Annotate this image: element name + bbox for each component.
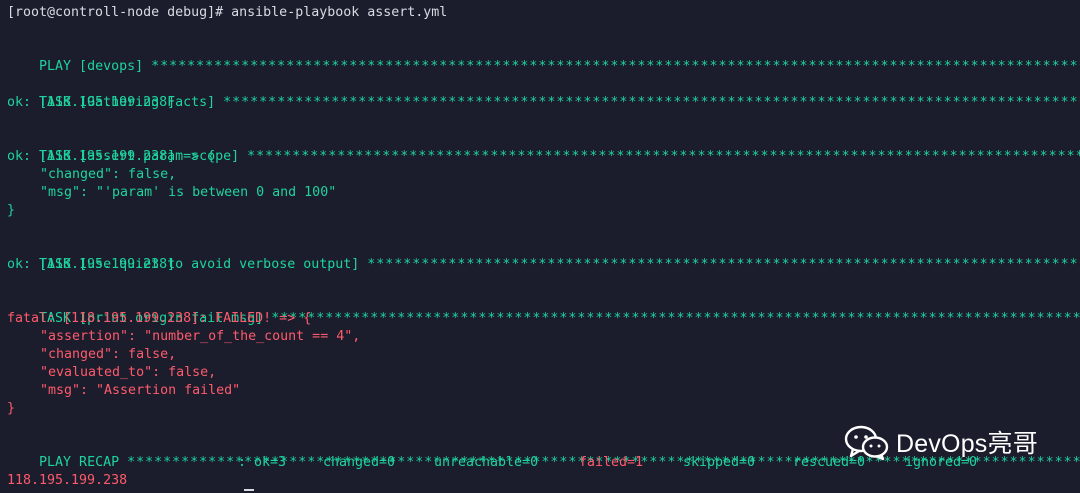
task-print-fail-changed: "changed": false,	[40, 347, 177, 362]
task-print-fail-evaluated: "evaluated_to": false,	[40, 365, 217, 380]
watermark-text: DevOps亮哥	[896, 430, 1038, 458]
task-assert-scope-header: TASK [assert param scope] **************…	[7, 130, 1080, 164]
task-assert-scope-status: ok: [118.195.199.238] => {	[7, 149, 216, 164]
task-print-fail-header: TASK [print origin fail msg] ***********…	[7, 292, 1080, 326]
recap-ok: : ok=3	[238, 455, 287, 470]
task-assert-scope-stars: ****************************************…	[247, 149, 1080, 164]
play-stars: ****************************************…	[151, 59, 1080, 74]
terminal-cursor	[244, 489, 254, 491]
task-assert-scope-changed: "changed": false,	[40, 167, 177, 182]
task-print-fail-status: fatal: [118.195.199.238]: FAILED! => {	[7, 311, 312, 326]
recap-changed: changed=0	[323, 455, 396, 470]
task-print-fail-stars: ****************************************…	[271, 311, 1080, 326]
play-header: PLAY [devops] **************************…	[7, 40, 1080, 74]
terminal-window: [root@controll-node debug]# ansible-play…	[7, 4, 1080, 493]
task-print-fail-msg: "msg": "Assertion failed"	[40, 383, 241, 398]
task-quiet-header: TASK [use quiet to avoid verbose output]…	[7, 238, 1080, 272]
recap-skipped: skipped=0	[683, 455, 756, 470]
task-gathering-header: TASK [Gathering Facts] *****************…	[7, 76, 1080, 110]
watermark: DevOps亮哥	[843, 421, 1063, 463]
recap-host: 118.195.199.238	[7, 473, 128, 488]
task-print-fail-close: }	[7, 401, 16, 416]
recap-failed: failed=1	[579, 455, 644, 470]
wechat-icon	[844, 425, 889, 461]
command-prompt: [root@controll-node debug]# ansible-play…	[7, 5, 448, 20]
task-gathering-status: ok: [118.195.199.238]	[7, 95, 176, 110]
task-gathering-stars: ****************************************…	[223, 95, 1080, 110]
task-assert-scope-msg: "msg": "'param' is between 0 and 100"	[40, 185, 337, 200]
task-quiet-stars: ****************************************…	[367, 257, 1080, 272]
play-title: PLAY [devops]	[39, 59, 152, 74]
task-print-fail-assertion: "assertion": "number_of_the_count == 4",	[40, 329, 361, 344]
task-quiet-status: ok: [118.195.199.238]	[7, 257, 176, 272]
task-assert-scope-close: }	[7, 203, 16, 218]
recap-unreachable: unreachable=0	[434, 455, 539, 470]
